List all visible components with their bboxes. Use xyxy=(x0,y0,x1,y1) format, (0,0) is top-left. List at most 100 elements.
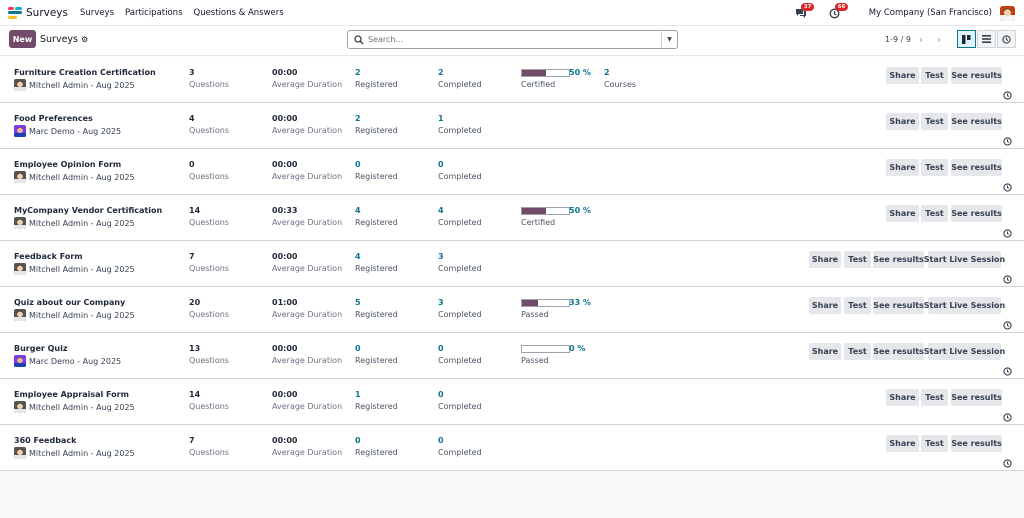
messages-systray[interactable]: 37 xyxy=(793,3,815,21)
courses-count[interactable]: 2 xyxy=(604,68,610,77)
user-avatar[interactable] xyxy=(1000,5,1015,21)
share-button[interactable]: Share xyxy=(886,67,919,84)
see-results-button[interactable]: See results xyxy=(873,251,924,268)
see-results-button[interactable]: See results xyxy=(951,159,1002,176)
survey-row[interactable]: 360 Feedback Mitchell Admin - Aug 2025 7 Qu… xyxy=(0,425,1024,471)
activities-systray[interactable]: 66 xyxy=(827,3,849,21)
registered-count[interactable]: 4 xyxy=(355,252,361,261)
registered-label: Registered xyxy=(355,448,398,457)
survey-row[interactable]: Food Preferences Marc Demo - Aug 2025 4 Que… xyxy=(0,103,1024,149)
activity-clock-icon[interactable] xyxy=(1003,183,1012,192)
survey-title[interactable]: MyCompany Vendor Certification xyxy=(14,206,162,215)
survey-row[interactable]: Feedback Form Mitchell Admin - Aug 2025 7 Q… xyxy=(0,241,1024,287)
gear-icon[interactable]: ⚙ xyxy=(81,35,88,44)
see-results-button[interactable]: See results xyxy=(951,205,1002,222)
share-button[interactable]: Share xyxy=(886,205,919,222)
completed-count[interactable]: 0 xyxy=(438,344,444,353)
survey-title[interactable]: Employee Appraisal Form xyxy=(14,390,129,399)
survey-row[interactable]: Furniture Creation Certification Mitchell… xyxy=(0,57,1024,103)
search-options-toggle[interactable]: ▼ xyxy=(661,31,677,48)
menu-questions-answers[interactable]: Questions & Answers xyxy=(194,8,284,18)
completed-count[interactable]: 0 xyxy=(438,436,444,445)
activity-clock-icon[interactable] xyxy=(1003,229,1012,238)
survey-title[interactable]: Burger Quiz xyxy=(14,344,68,353)
kanban-view-button[interactable] xyxy=(957,30,976,48)
start-live-session-button[interactable]: Start Live Session xyxy=(924,343,1005,360)
survey-row[interactable]: Employee Opinion Form Mitchell Admin - Au… xyxy=(0,149,1024,195)
registered-count[interactable]: 2 xyxy=(355,68,361,77)
registered-count[interactable]: 1 xyxy=(355,390,361,399)
registered-count[interactable]: 0 xyxy=(355,160,361,169)
test-button[interactable]: Test xyxy=(921,159,948,176)
see-results-button[interactable]: See results xyxy=(951,67,1002,84)
start-live-session-button[interactable]: Start Live Session xyxy=(924,251,1005,268)
list-view-button[interactable] xyxy=(977,30,996,48)
activity-clock-icon[interactable] xyxy=(1003,367,1012,376)
activity-clock-icon[interactable] xyxy=(1003,137,1012,146)
search-bar[interactable]: ▼ xyxy=(347,30,678,49)
new-button[interactable]: New xyxy=(9,30,36,48)
menu-surveys[interactable]: Surveys xyxy=(80,8,114,18)
survey-row[interactable]: Burger Quiz Marc Demo - Aug 2025 13 Questio… xyxy=(0,333,1024,379)
test-button[interactable]: Test xyxy=(921,435,948,452)
survey-title[interactable]: Feedback Form xyxy=(14,252,83,261)
survey-row[interactable]: Quiz about our Company Mitchell Admin - A… xyxy=(0,287,1024,333)
test-button[interactable]: Test xyxy=(921,67,948,84)
completed-count[interactable]: 4 xyxy=(438,206,444,215)
completed-count[interactable]: 3 xyxy=(438,252,444,261)
survey-author: Mitchell Admin - Aug 2025 xyxy=(14,447,135,459)
test-button[interactable]: Test xyxy=(921,205,948,222)
see-results-button[interactable]: See results xyxy=(873,297,924,314)
completed-count[interactable]: 1 xyxy=(438,114,444,123)
start-live-session-button[interactable]: Start Live Session xyxy=(924,297,1005,314)
see-results-button[interactable]: See results xyxy=(951,435,1002,452)
activity-clock-icon[interactable] xyxy=(1003,413,1012,422)
completed-count[interactable]: 2 xyxy=(438,68,444,77)
survey-row[interactable]: Employee Appraisal Form Mitchell Admin - … xyxy=(0,379,1024,425)
share-button[interactable]: Share xyxy=(886,435,919,452)
pager-next-button[interactable]: › xyxy=(930,31,948,48)
registered-label: Registered xyxy=(355,80,398,89)
menu-participations[interactable]: Participations xyxy=(125,8,183,18)
survey-title[interactable]: Employee Opinion Form xyxy=(14,160,121,169)
completed-count[interactable]: 0 xyxy=(438,160,444,169)
test-button[interactable]: Test xyxy=(844,343,871,360)
share-button[interactable]: Share xyxy=(886,389,919,406)
survey-title[interactable]: Furniture Creation Certification xyxy=(14,68,156,77)
completed-count[interactable]: 0 xyxy=(438,390,444,399)
pager-previous-button[interactable]: ‹ xyxy=(912,31,930,48)
registered-count[interactable]: 2 xyxy=(355,114,361,123)
registered-count[interactable]: 5 xyxy=(355,298,361,307)
registered-count[interactable]: 0 xyxy=(355,436,361,445)
test-button[interactable]: Test xyxy=(921,113,948,130)
test-button[interactable]: Test xyxy=(921,389,948,406)
author-text: Mitchell Admin - Aug 2025 xyxy=(29,402,135,412)
app-name[interactable]: Surveys xyxy=(26,7,68,19)
share-button[interactable]: Share xyxy=(886,159,919,176)
survey-row[interactable]: MyCompany Vendor Certification Mitchell A… xyxy=(0,195,1024,241)
activity-clock-icon[interactable] xyxy=(1003,91,1012,100)
company-switcher[interactable]: My Company (San Francisco) xyxy=(869,8,992,18)
registered-count[interactable]: 0 xyxy=(355,344,361,353)
survey-title[interactable]: 360 Feedback xyxy=(14,436,76,445)
test-button[interactable]: Test xyxy=(844,297,871,314)
completed-count[interactable]: 3 xyxy=(438,298,444,307)
see-results-button[interactable]: See results xyxy=(951,113,1002,130)
test-button[interactable]: Test xyxy=(844,251,871,268)
activity-clock-icon[interactable] xyxy=(1003,275,1012,284)
survey-title[interactable]: Food Preferences xyxy=(14,114,93,123)
share-button[interactable]: Share xyxy=(809,297,841,314)
share-button[interactable]: Share xyxy=(809,343,841,360)
see-results-button[interactable]: See results xyxy=(873,343,924,360)
activity-clock-icon[interactable] xyxy=(1003,321,1012,330)
registered-count[interactable]: 4 xyxy=(355,206,361,215)
apps-menu-icon[interactable] xyxy=(8,6,22,19)
search-input[interactable] xyxy=(368,35,648,44)
pager-value[interactable]: 1-9 / 9 xyxy=(885,35,911,44)
survey-title[interactable]: Quiz about our Company xyxy=(14,298,125,307)
share-button[interactable]: Share xyxy=(886,113,919,130)
activity-view-button[interactable] xyxy=(997,30,1016,48)
activity-clock-icon[interactable] xyxy=(1003,459,1012,468)
see-results-button[interactable]: See results xyxy=(951,389,1002,406)
share-button[interactable]: Share xyxy=(809,251,841,268)
